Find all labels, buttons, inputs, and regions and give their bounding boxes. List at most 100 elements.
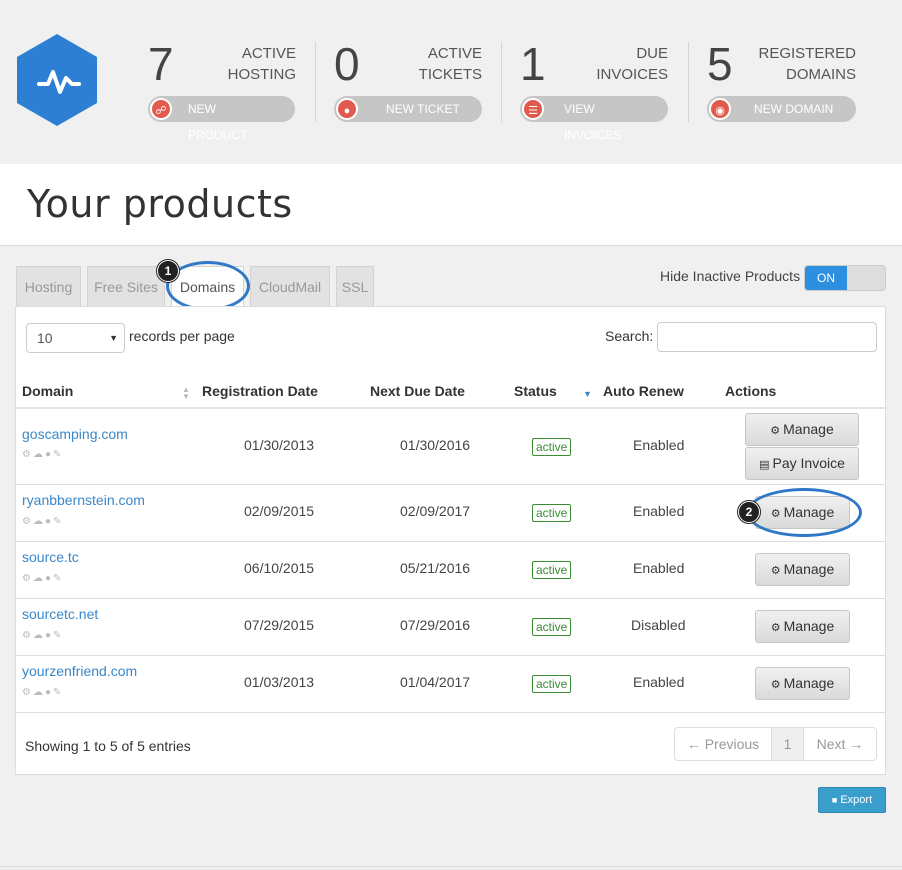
credit-card-icon: ▤ xyxy=(759,459,770,471)
table-row: yourzenfriend.com ⚙☁●✎ 01/03/2013 01/04/… xyxy=(16,656,885,713)
records-per-page-label: records per page xyxy=(129,328,235,344)
column-header-next-due-date[interactable]: Next Due Date xyxy=(370,383,465,399)
auto-renew-value: Enabled xyxy=(633,560,685,576)
table-row: sourcetc.net ⚙☁●✎ 07/29/2015 07/29/2016 … xyxy=(16,599,885,656)
export-button[interactable]: ■ Export xyxy=(818,787,886,813)
domain-tools-icons[interactable]: ⚙☁●✎ xyxy=(22,449,63,460)
registration-date: 06/10/2015 xyxy=(244,560,315,576)
domain-link[interactable]: source.tc xyxy=(22,549,79,565)
callout-badge: 1 xyxy=(157,260,179,282)
new-domain-button[interactable]: ◉ NEW DOMAIN xyxy=(707,96,856,122)
search-label: Search: xyxy=(605,328,654,344)
stat-label: DUE INVOICES xyxy=(596,45,668,83)
status-badge: active xyxy=(532,438,572,456)
divider xyxy=(501,42,502,122)
new-product-button[interactable]: ☍ NEW PRODUCT xyxy=(148,96,295,142)
column-header-auto-renew[interactable]: Auto Renew xyxy=(603,383,684,399)
auto-renew-value: Enabled xyxy=(633,437,685,453)
manage-button[interactable]: ⚙ Manage xyxy=(755,667,850,700)
domain-link[interactable]: sourcetc.net xyxy=(22,606,98,622)
domain-link[interactable]: goscamping.com xyxy=(22,426,128,442)
auto-renew-value: Disabled xyxy=(631,617,686,633)
new-ticket-button[interactable]: ● NEW TICKET xyxy=(334,96,482,122)
manage-button[interactable]: ⚙ Manage xyxy=(755,553,850,586)
search-input[interactable] xyxy=(657,322,877,352)
title-band: Your products xyxy=(0,164,902,246)
manage-button[interactable]: ⚙ Manage xyxy=(755,610,850,643)
cart-icon: ☍ xyxy=(150,98,172,120)
chevron-down-icon: ▼ xyxy=(109,333,118,343)
save-icon: ■ xyxy=(831,795,838,805)
domains-panel: 10 ▼ records per page Search: Domain ▲ ▼ … xyxy=(15,306,886,775)
globe-icon: ◉ xyxy=(709,98,731,120)
callout-badge: 2 xyxy=(738,501,760,523)
column-header-status[interactable]: Status xyxy=(514,383,557,399)
status-badge: active xyxy=(532,561,572,579)
table-row: source.tc ⚙☁●✎ 06/10/2015 05/21/2016 act… xyxy=(16,542,885,599)
auto-renew-value: Enabled xyxy=(633,674,685,690)
view-invoices-button[interactable]: ☰ VIEW INVOICES xyxy=(520,96,668,142)
sort-desc-icon: ▼ xyxy=(583,389,592,399)
gears-icon: ⚙ xyxy=(770,679,781,691)
divider xyxy=(315,42,316,122)
next-due-date: 01/30/2016 xyxy=(400,437,471,453)
pay-invoice-button[interactable]: ▤ Pay Invoice xyxy=(745,447,859,480)
tab-ssl[interactable]: SSL xyxy=(336,266,374,306)
domain-tools-icons[interactable]: ⚙☁●✎ xyxy=(22,630,63,641)
stat-label: ACTIVE HOSTING xyxy=(227,45,296,83)
pagination: ← Previous 1 Next → xyxy=(674,727,877,761)
comment-icon: ● xyxy=(336,98,358,120)
next-due-date: 02/09/2017 xyxy=(400,503,471,519)
stat-number: 5 xyxy=(707,38,733,90)
registration-date: 02/09/2015 xyxy=(244,503,315,519)
invoice-icon: ☰ xyxy=(522,98,544,120)
divider xyxy=(0,866,902,867)
stat-active-hosting: 7 ACTIVE HOSTING ☍ NEW PRODUCT xyxy=(148,38,296,142)
registration-date: 01/03/2013 xyxy=(244,674,315,690)
stat-active-tickets: 0 ACTIVE TICKETS ● NEW TICKET xyxy=(334,38,482,128)
entries-summary: Showing 1 to 5 of 5 entries xyxy=(25,738,191,754)
column-header-domain[interactable]: Domain xyxy=(22,383,73,399)
page-1-button[interactable]: 1 xyxy=(771,728,804,760)
status-badge: active xyxy=(532,618,572,636)
next-due-date: 07/29/2016 xyxy=(400,617,471,633)
stat-number: 0 xyxy=(334,38,360,90)
hide-inactive-toggle[interactable]: ON xyxy=(804,265,886,291)
tab-free-sites[interactable]: Free Sites xyxy=(87,266,165,306)
stat-due-invoices: 1 DUE INVOICES ☰ VIEW INVOICES xyxy=(520,38,668,142)
column-header-registration-date[interactable]: Registration Date xyxy=(202,383,318,399)
stat-number: 7 xyxy=(148,38,174,90)
domain-link[interactable]: yourzenfriend.com xyxy=(22,663,137,679)
tab-cloudmail[interactable]: CloudMail xyxy=(250,266,330,306)
stat-number: 1 xyxy=(520,38,546,90)
highlight-ring xyxy=(746,488,862,537)
stat-registered-domains: 5 REGISTERED DOMAINS ◉ NEW DOMAIN xyxy=(707,38,856,128)
gears-icon: ⚙ xyxy=(770,622,781,634)
manage-button[interactable]: ⚙ Manage xyxy=(745,413,859,446)
registration-date: 01/30/2013 xyxy=(244,437,315,453)
records-per-page-select[interactable]: 10 ▼ xyxy=(26,323,125,353)
hide-inactive-label: Hide Inactive Products xyxy=(660,268,801,284)
previous-page-button[interactable]: ← Previous xyxy=(675,728,771,760)
domain-tools-icons[interactable]: ⚙☁●✎ xyxy=(22,687,63,698)
next-due-date: 01/04/2017 xyxy=(400,674,471,690)
status-badge: active xyxy=(532,504,572,522)
registration-date: 07/29/2015 xyxy=(244,617,315,633)
divider xyxy=(688,42,689,122)
table-row: goscamping.com ⚙☁●✎ 01/30/2013 01/30/201… xyxy=(16,409,885,485)
auto-renew-value: Enabled xyxy=(633,503,685,519)
stat-label: ACTIVE TICKETS xyxy=(418,45,482,83)
domain-link[interactable]: ryanbbernstein.com xyxy=(22,492,145,508)
table-row: ryanbbernstein.com ⚙☁●✎ 02/09/2015 02/09… xyxy=(16,485,885,542)
next-due-date: 05/21/2016 xyxy=(400,560,471,576)
logo-icon xyxy=(17,34,97,126)
domain-tools-icons[interactable]: ⚙☁●✎ xyxy=(22,516,63,527)
page-title: Your products xyxy=(27,182,293,226)
status-badge: active xyxy=(532,675,572,693)
tab-hosting[interactable]: Hosting xyxy=(16,266,81,306)
next-page-button[interactable]: Next → xyxy=(804,728,876,760)
domain-tools-icons[interactable]: ⚙☁●✎ xyxy=(22,573,63,584)
toggle-on-label: ON xyxy=(805,266,847,290)
stat-label: REGISTERED DOMAINS xyxy=(758,45,856,83)
stats-header: 7 ACTIVE HOSTING ☍ NEW PRODUCT 0 ACTIVE TI… xyxy=(0,0,902,164)
